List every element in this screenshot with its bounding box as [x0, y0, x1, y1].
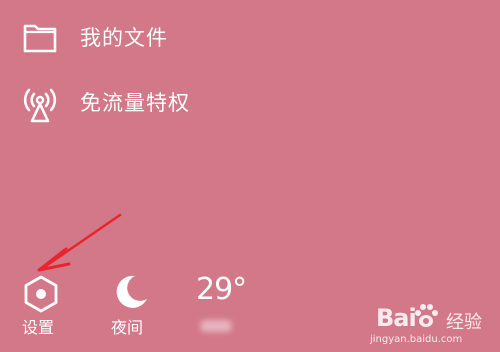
watermark-url: jingyan.baidu.com: [370, 334, 463, 345]
baidu-jingyan-watermark: Bai 经验 jingyan.baidu.com: [360, 302, 492, 348]
red-arrow-pointer: [37, 213, 122, 272]
watermark-brand: Bai: [376, 304, 417, 332]
paw-icon: [415, 304, 438, 327]
watermark-suffix: 经验: [446, 312, 482, 333]
